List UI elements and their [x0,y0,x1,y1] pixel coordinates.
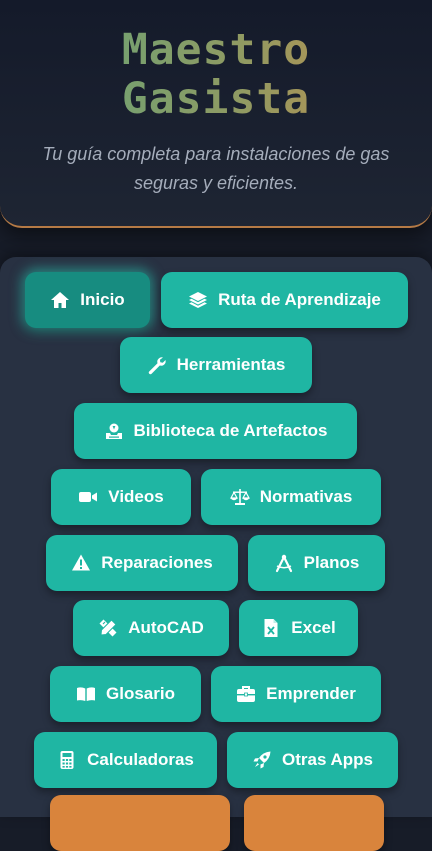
menu-button-planos[interactable]: Planos [248,535,385,591]
menu-button-herramientas[interactable]: Herramientas [120,337,312,393]
menu-label-biblioteca-de-artefactos: Biblioteca de Artefactos [133,421,328,440]
menu-label-ruta-de-aprendizaje: Ruta de Aprendizaje [218,290,381,309]
menu-label-herramientas: Herramientas [176,355,286,374]
pencil-ruler-icon [98,618,118,638]
warning-icon [71,553,91,573]
layers-icon [188,290,208,310]
menu-label-emprender: Emprender [266,684,356,703]
home-icon [50,290,70,310]
menu-button-reparaciones[interactable]: Reparaciones [46,535,238,591]
menu-label-glosario: Glosario [106,684,175,703]
menu-label-videos: Videos [108,487,164,506]
menu-button-emprender[interactable]: Emprender [211,666,381,722]
menu-button-normativas[interactable]: Normativas [201,469,381,525]
menu-button-inicio[interactable]: Inicio [25,272,150,328]
menu-button-autocad[interactable]: AutoCAD [73,600,229,656]
menu-button-glosario[interactable]: Glosario [50,666,201,722]
briefcase-icon [236,684,256,704]
book-open-icon [76,684,96,704]
menu-label-reparaciones: Reparaciones [101,553,213,572]
app-title-line-1: Maestro [121,25,311,75]
menu-label-inicio: Inicio [80,290,125,309]
app-subtitle: Tu guía completa para instalaciones de g… [42,144,390,193]
menu-panel: Inicio Ruta de Aprendizaje Herramientas [0,257,432,851]
excel-file-icon [261,618,281,638]
menu-button-biblioteca-de-artefactos[interactable]: Biblioteca de Artefactos [74,403,357,459]
menu-button-excel[interactable]: Excel [239,600,358,656]
menu-button-calculadoras[interactable]: Calculadoras [34,732,217,788]
menu-label-calculadoras: Calculadoras [87,750,194,769]
compass-drafting-icon [274,553,294,573]
menu-button-extra-1[interactable] [50,795,230,851]
app-title-line-2: Gasista [121,74,311,124]
menu-label-otras-apps: Otras Apps [281,750,373,769]
scale-icon [229,487,250,507]
menu-button-extra-2[interactable] [244,795,384,851]
calculator-icon [57,750,77,770]
app-header: Maestro Gasista Tu guía completa para in… [0,0,432,228]
video-camera-icon [78,487,98,507]
menu-label-normativas: Normativas [259,487,353,506]
menu-label-planos: Planos [303,553,360,572]
app-title: Maestro Gasista [0,26,432,124]
archive-icon [104,421,124,441]
menu-button-videos[interactable]: Videos [51,469,191,525]
menu-button-otras-apps[interactable]: Otras Apps [227,732,398,788]
menu-button-ruta-de-aprendizaje[interactable]: Ruta de Aprendizaje [161,272,408,328]
menu-label-autocad: AutoCAD [128,618,204,637]
wrench-icon [147,355,167,375]
menu-label-excel: Excel [291,618,336,637]
rocket-icon [252,750,272,770]
